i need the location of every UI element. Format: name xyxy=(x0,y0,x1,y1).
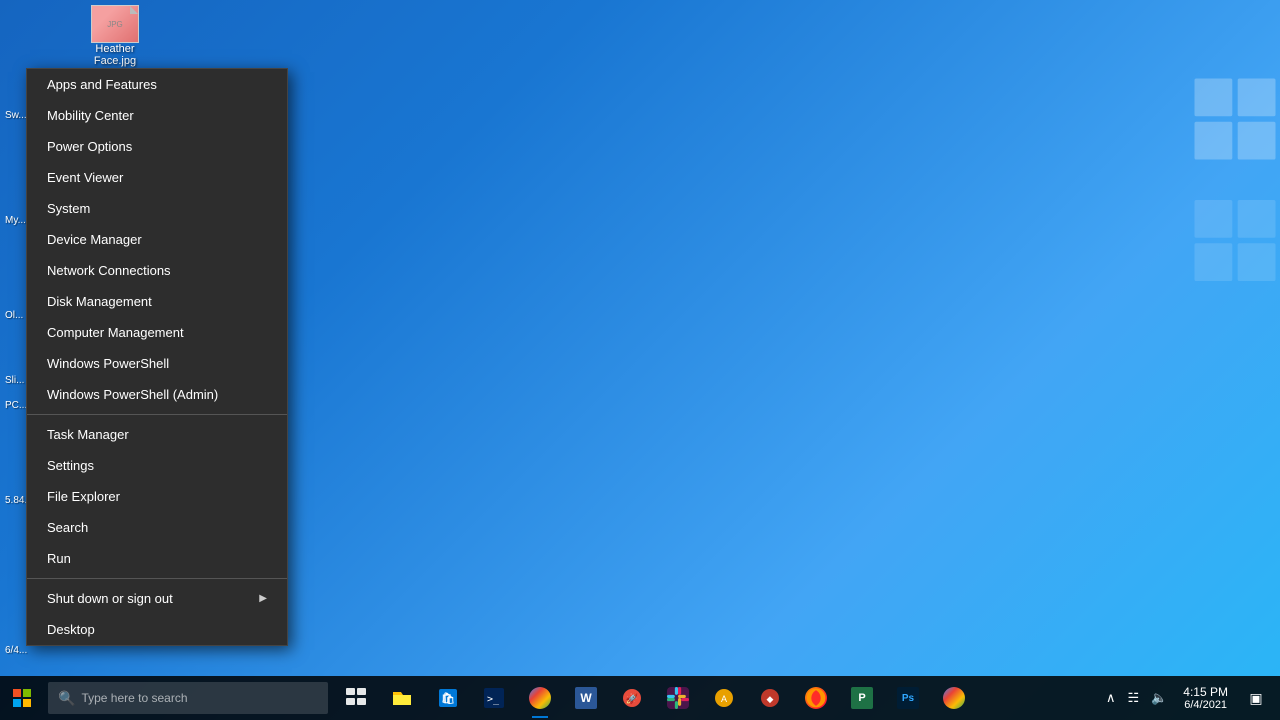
start-button[interactable] xyxy=(0,676,44,720)
menu-item-windows-powershell[interactable]: Windows PowerShell xyxy=(27,348,287,379)
menu-item-computer-management[interactable]: Computer Management xyxy=(27,317,287,348)
side-label-1: Sw... xyxy=(5,110,27,121)
svg-text:🛍: 🛍 xyxy=(441,692,455,705)
menu-item-power-options[interactable]: Power Options xyxy=(27,131,287,162)
side-label-4: Sli... xyxy=(5,375,24,386)
app8-button[interactable]: A xyxy=(702,676,746,720)
publisher-icon: P xyxy=(851,687,873,709)
system-clock[interactable]: 4:15 PM 6/4/2021 xyxy=(1175,685,1236,711)
chrome2-button[interactable] xyxy=(932,676,976,720)
menu-item-task-manager[interactable]: Task Manager xyxy=(27,419,287,450)
clock-date: 6/4/2021 xyxy=(1183,699,1228,711)
publisher-button[interactable]: P xyxy=(840,676,884,720)
menu-item-search[interactable]: Search xyxy=(27,512,287,543)
task-view-button[interactable] xyxy=(334,676,378,720)
system-tray: ∧ ☵ 🔈 4:15 PM 6/4/2021 ▣ xyxy=(1102,676,1280,720)
menu-item-settings[interactable]: Settings xyxy=(27,450,287,481)
side-label-2: My... xyxy=(5,215,26,226)
menu-item-windows-powershell-admin[interactable]: Windows PowerShell (Admin) xyxy=(27,379,287,410)
app9-button[interactable]: ◆ xyxy=(748,676,792,720)
context-menu: Apps and Features Mobility Center Power … xyxy=(26,68,288,646)
menu-item-apps-features[interactable]: Apps and Features xyxy=(27,69,287,100)
svg-text:◆: ◆ xyxy=(767,694,774,704)
menu-item-shut-down[interactable]: Shut down or sign out ▶ xyxy=(27,583,287,614)
taskbar-icons-group: 🛍 >_ W 🚀 xyxy=(334,676,976,720)
heather-face-icon[interactable]: JPG Heather Face.jpg xyxy=(80,5,150,67)
chevron-right-icon: ▶ xyxy=(259,593,267,604)
chrome-icon xyxy=(529,687,551,709)
firefox-button[interactable] xyxy=(794,676,838,720)
side-label-7: 6/4... xyxy=(5,645,27,656)
separator-2 xyxy=(27,578,287,579)
network-icon[interactable]: ☵ xyxy=(1123,690,1143,706)
photoshop-button[interactable]: Ps xyxy=(886,676,930,720)
chrome-button[interactable] xyxy=(518,676,562,720)
windows-watermark xyxy=(1190,60,1280,340)
taskbar: 🔍 🛍 xyxy=(0,676,1280,720)
heather-thumbnail: JPG xyxy=(91,5,139,43)
word-icon: W xyxy=(575,687,597,709)
word-button[interactable]: W xyxy=(564,676,608,720)
side-label-3: Ol... xyxy=(5,310,23,321)
volume-icon[interactable]: 🔈 xyxy=(1147,690,1171,706)
taskbar-search-input[interactable] xyxy=(81,691,301,705)
terminal-button[interactable]: >_ xyxy=(472,676,516,720)
chevron-up-icon[interactable]: ∧ xyxy=(1102,690,1120,706)
svg-text:🚀: 🚀 xyxy=(626,692,639,705)
svg-text:A: A xyxy=(721,694,727,704)
menu-item-event-viewer[interactable]: Event Viewer xyxy=(27,162,287,193)
menu-item-mobility-center[interactable]: Mobility Center xyxy=(27,100,287,131)
separator-1 xyxy=(27,414,287,415)
slack-button[interactable] xyxy=(656,676,700,720)
notification-center-button[interactable]: ▣ xyxy=(1240,676,1272,720)
taskbar-search[interactable]: 🔍 xyxy=(48,682,328,714)
menu-item-network-connections[interactable]: Network Connections xyxy=(27,255,287,286)
chrome2-icon xyxy=(943,687,965,709)
menu-item-device-manager[interactable]: Device Manager xyxy=(27,224,287,255)
menu-item-file-explorer[interactable]: File Explorer xyxy=(27,481,287,512)
heather-icon-label: Heather Face.jpg xyxy=(80,43,150,67)
file-explorer-button[interactable] xyxy=(380,676,424,720)
firefox-icon xyxy=(805,687,827,709)
rocket-button[interactable]: 🚀 xyxy=(610,676,654,720)
microsoft-store-button[interactable]: 🛍 xyxy=(426,676,470,720)
menu-item-disk-management[interactable]: Disk Management xyxy=(27,286,287,317)
menu-item-desktop[interactable]: Desktop xyxy=(27,614,287,645)
photoshop-icon: Ps xyxy=(897,687,919,709)
side-label-5: PC... xyxy=(5,400,27,411)
active-indicator xyxy=(532,716,548,718)
slack-icon xyxy=(667,687,689,709)
search-icon: 🔍 xyxy=(58,690,75,707)
menu-item-run[interactable]: Run xyxy=(27,543,287,574)
clock-time: 4:15 PM xyxy=(1183,685,1228,699)
svg-text:>_: >_ xyxy=(487,694,500,705)
menu-item-system[interactable]: System xyxy=(27,193,287,224)
